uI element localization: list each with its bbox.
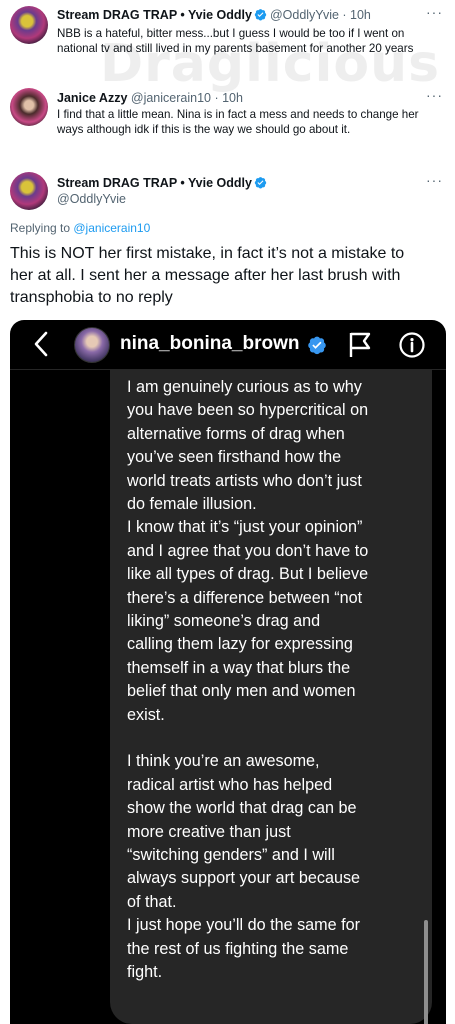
ig-message-line: exist. [127, 705, 165, 724]
replying-to: Replying to @janicerain10 [10, 221, 150, 235]
ig-message-line: you have been so hypercritical on [127, 401, 369, 420]
tweet-text-line: NBB is a hateful, bitter mess...but I gu… [57, 27, 405, 40]
ig-message-line: I think you’re an awesome, [127, 752, 320, 771]
back-arrow-icon[interactable] [32, 330, 50, 363]
ig-message-line: and I agree that you don’t have to [127, 541, 369, 560]
tweet-1[interactable]: Stream DRAG TRAP • Yvie Oddly @OddlyYvie … [0, 0, 455, 80]
tweet-text-line: ways although idk if this is the way we … [57, 123, 351, 136]
ig-message-line: world treats artists who don’t just [127, 471, 362, 490]
verified-badge-icon [254, 176, 267, 192]
avatar[interactable] [10, 88, 48, 126]
tweet-text-line: national tv and still lived in my parent… [57, 42, 414, 55]
handle: @OddlyYvie [57, 192, 126, 206]
ig-message-bubble: I am genuinely curious as to why you have… [110, 370, 432, 1024]
tweet-2[interactable]: Janice Azzy @janicerain10 · 10h ··· I fi… [0, 85, 455, 155]
ig-message-line: you’ve seen firsthand how the [127, 448, 342, 467]
avatar[interactable] [10, 172, 48, 210]
ig-message-line: more creative than just [127, 822, 291, 841]
ig-message-line: I know that it’s “just your opinion” [127, 518, 363, 537]
attached-image-instagram-dm[interactable]: nina_bonina_brown I am genuinely curious… [10, 320, 446, 1024]
ig-message-line: calling them lazy for expressing [127, 635, 353, 654]
tweet-header: Janice Azzy @janicerain10 · 10h [57, 91, 243, 105]
main-tweet-text: This is NOT her first mistake, in fact i… [10, 243, 448, 309]
verified-badge-icon [254, 8, 267, 24]
handle-and-time: @janicerain10 · 10h [130, 91, 243, 105]
ig-message-line: belief that only men and women [127, 682, 356, 701]
ig-message-line: there’s a difference between “not [127, 588, 363, 607]
ig-message-line: like all types of drag. But I believe [127, 565, 369, 584]
ig-message-line: radical artist who has helped [127, 775, 333, 794]
info-icon[interactable] [399, 332, 425, 363]
tweet-text-line: her at all. I sent her a message after h… [10, 267, 401, 284]
verified-badge-icon [307, 335, 327, 360]
tweet-header: Stream DRAG TRAP • Yvie Oddly @OddlyYvie … [57, 8, 371, 24]
replying-to-link[interactable]: @janicerain10 [73, 221, 150, 235]
ig-avatar[interactable] [74, 327, 110, 363]
ig-header: nina_bonina_brown [10, 320, 446, 370]
tweet-text: I find that a little mean. Nina is in fa… [57, 107, 447, 137]
flag-icon[interactable] [347, 331, 373, 364]
more-options-icon[interactable]: ··· [426, 172, 443, 188]
ig-message-line: the rest of us fighting the same [127, 939, 349, 958]
ig-username[interactable]: nina_bonina_brown [120, 333, 299, 355]
more-options-icon[interactable]: ··· [426, 4, 443, 20]
tweet-header: Stream DRAG TRAP • Yvie Oddly [57, 176, 270, 192]
more-options-icon[interactable]: ··· [426, 87, 443, 103]
handle-and-time: @OddlyYvie · 10h [269, 8, 371, 22]
ig-message-line: show the world that drag can be [127, 799, 357, 818]
avatar[interactable] [10, 6, 48, 44]
ig-message-line: fight. [127, 963, 163, 981]
handle-text: @OddlyYvie [57, 192, 126, 206]
display-name[interactable]: Janice Azzy [57, 91, 127, 105]
ig-message-line: of that. [127, 892, 177, 911]
ig-message-line: themself in a way that blurs the [127, 658, 351, 677]
ig-message-line: do female illusion. [127, 495, 257, 513]
display-name[interactable]: Stream DRAG TRAP • Yvie Oddly [57, 8, 252, 22]
ig-message-line: I just hope you’ll do the same for [127, 916, 361, 935]
ig-message-line: alternative forms of drag when [127, 424, 345, 443]
tweet-text-line: This is NOT her first mistake, in fact i… [10, 245, 405, 262]
display-name[interactable]: Stream DRAG TRAP • Yvie Oddly [57, 176, 252, 190]
tweet-text: NBB is a hateful, bitter mess...but I gu… [57, 26, 447, 56]
replying-to-label: Replying to [10, 221, 74, 235]
tweet-text-line: transphobia to no reply [10, 289, 173, 306]
ig-message-line: “switching genders” and I will [127, 846, 335, 864]
ig-message-line: always support your art because [127, 869, 361, 888]
ig-message-line: liking” someone’s drag and [127, 612, 321, 630]
tweet-text-line: I find that a little mean. Nina is in fa… [57, 108, 419, 121]
ig-message-line: I am genuinely curious as to why [127, 378, 362, 396]
